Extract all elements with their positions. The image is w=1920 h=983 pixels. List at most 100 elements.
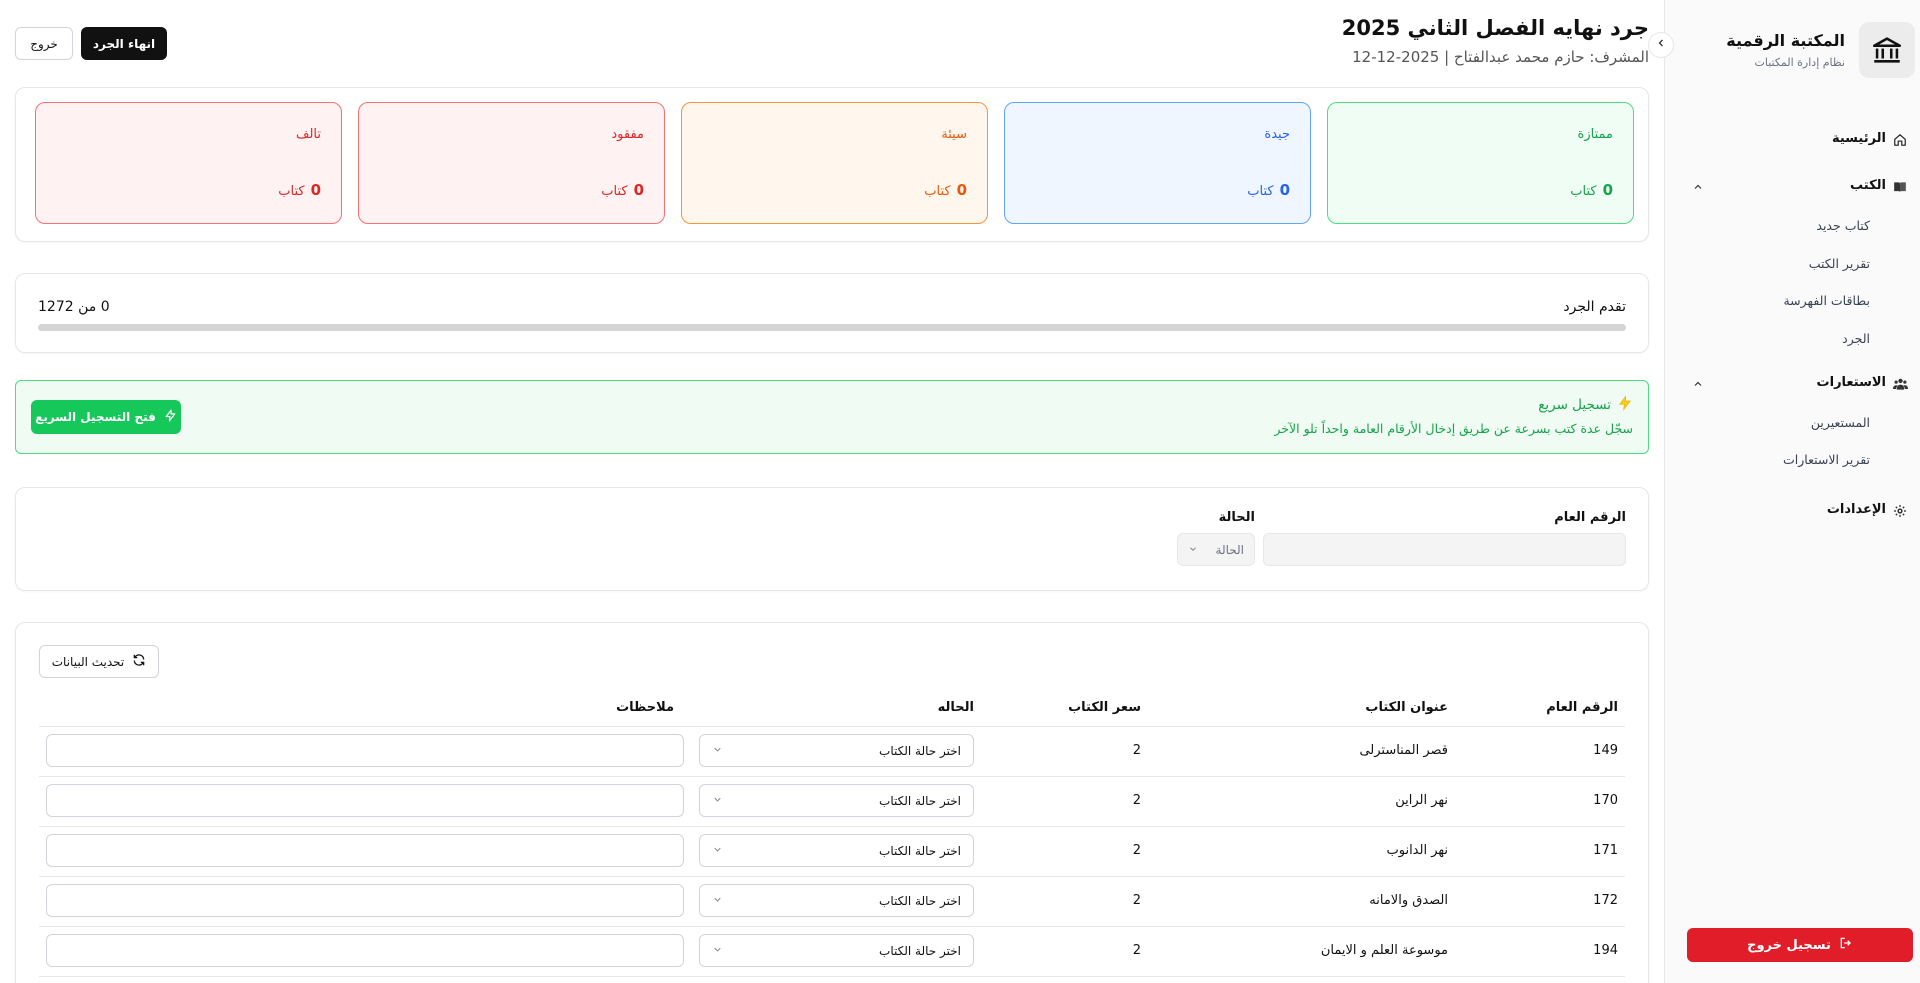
- brand-title: المكتبة الرقمية: [1726, 31, 1845, 50]
- column-header-price: سعر الكتاب: [1068, 700, 1141, 715]
- cell-title: نهر الراين: [1395, 793, 1448, 808]
- quick-register-banner: تسجيل سريع سجّل عدة كتب بسرعة عن طريق إد…: [15, 380, 1649, 454]
- page-subtitle: المشرف: حازم محمد عبدالفتاح | 2025-12-12: [1352, 48, 1649, 66]
- column-header-title: عنوان الكتاب: [1365, 700, 1448, 715]
- chevron-down-icon: [712, 744, 723, 758]
- column-header-status: الحاله: [937, 700, 974, 715]
- sidebar-item-books[interactable]: الكتب: [1664, 172, 1920, 202]
- cell-number: 170: [1593, 793, 1618, 808]
- library-building-icon: [1859, 22, 1915, 78]
- stat-label: تالف: [296, 127, 321, 142]
- sidebar-subitem-catalog-cards[interactable]: بطاقات الفهرسة: [1730, 290, 1870, 314]
- cell-title: قصر المناسترلى: [1359, 743, 1448, 758]
- lightning-icon: [164, 409, 177, 425]
- collapse-sidebar-button[interactable]: [1648, 32, 1674, 58]
- stats-card: ممتازة 0 كتاب جيدة 0 كتاب سيئة 0 كتاب مفقود…: [15, 87, 1649, 242]
- sidebar-subitem-new-book[interactable]: كتاب جديد: [1730, 215, 1870, 239]
- sidebar-item-label: الرئيسية: [1831, 131, 1886, 146]
- chevron-up-icon[interactable]: [1691, 377, 1705, 391]
- stat-lost: مفقود 0 كتاب: [358, 102, 665, 224]
- cell-number: 171: [1593, 843, 1618, 858]
- books-table-card: تحديث البيانات الرقم العام عنوان الكتاب …: [15, 622, 1649, 983]
- row-notes-input[interactable]: [46, 734, 684, 767]
- cell-price: 2: [1132, 793, 1141, 808]
- brand-subtitle: نظام إدارة المكتبات: [1754, 56, 1845, 69]
- sidebar-item-loans[interactable]: الاستعارات: [1664, 369, 1920, 399]
- stat-count: 0 كتاب: [1570, 181, 1613, 199]
- cell-number: 149: [1593, 743, 1618, 758]
- stat-count: 0 كتاب: [1247, 181, 1290, 199]
- filters-card: الرقم العام الحالة الحالة: [15, 487, 1649, 591]
- cell-title: موسوعة العلم و الايمان: [1320, 943, 1448, 958]
- chevron-down-icon: [712, 794, 723, 808]
- open-quick-register-button[interactable]: فتح التسجيل السريع: [31, 400, 181, 434]
- chevron-down-icon: [1188, 543, 1198, 557]
- quick-register-description: سجّل عدة كتب بسرعة عن طريق إدخال الأرقام…: [1274, 421, 1633, 436]
- chevron-down-icon: [712, 894, 723, 908]
- refresh-data-button[interactable]: تحديث البيانات: [39, 645, 159, 678]
- row-status-select[interactable]: اختر حالة الكتاب: [699, 934, 974, 967]
- row-notes-input[interactable]: [46, 934, 684, 967]
- stat-count: 0 كتاب: [924, 181, 967, 199]
- stat-bad: سيئة 0 كتاب: [681, 102, 988, 224]
- table-row: 172 الصدق والامانه 2 اختر حالة الكتاب: [39, 877, 1625, 927]
- logout-icon: [1839, 936, 1853, 954]
- chevron-down-icon: [712, 944, 723, 958]
- table-row: 194 موسوعة العلم و الايمان 2 اختر حالة ا…: [39, 927, 1625, 977]
- sidebar-item-label: الكتب: [1850, 178, 1886, 193]
- sidebar-item-settings[interactable]: الإعدادات: [1664, 496, 1920, 526]
- stat-damaged: تالف 0 كتاب: [35, 102, 342, 224]
- table-row: 149 قصر المناسترلى 2 اختر حالة الكتاب: [39, 727, 1625, 777]
- row-notes-input[interactable]: [46, 884, 684, 917]
- cell-title: الصدق والامانه: [1369, 893, 1448, 908]
- number-filter-label: الرقم العام: [1554, 510, 1626, 525]
- row-notes-input[interactable]: [46, 834, 684, 867]
- stat-count: 0 كتاب: [278, 181, 321, 199]
- sidebar: المكتبة الرقمية نظام إدارة المكتبات الرئ…: [1664, 0, 1920, 983]
- cell-number: 194: [1593, 943, 1618, 958]
- table-row: 171 نهر الدانوب 2 اختر حالة الكتاب: [39, 827, 1625, 877]
- sidebar-subitem-loans-report[interactable]: تقرير الاستعارات: [1730, 449, 1870, 473]
- logout-button[interactable]: تسجيل خروج: [1687, 928, 1913, 962]
- sidebar-subitem-inventory[interactable]: الجرد: [1730, 328, 1870, 352]
- exit-button[interactable]: خروج: [15, 27, 73, 60]
- stat-label: سيئة: [941, 127, 967, 142]
- number-filter-input[interactable]: [1263, 533, 1626, 566]
- progress-card: تقدم الجرد 0 من 1272: [15, 273, 1649, 353]
- chevron-left-icon: [1655, 37, 1667, 53]
- main-content: جرد نهايه الفصل الثاني 2025 المشرف: حازم…: [0, 0, 1664, 983]
- page-title: جرد نهايه الفصل الثاني 2025: [1341, 16, 1649, 40]
- progress-count: 0 من 1272: [38, 299, 110, 315]
- sidebar-item-label: الاستعارات: [1816, 375, 1886, 390]
- home-icon: [1892, 132, 1908, 148]
- row-status-select[interactable]: اختر حالة الكتاب: [699, 784, 974, 817]
- stat-count: 0 كتاب: [601, 181, 644, 199]
- row-notes-input[interactable]: [46, 784, 684, 817]
- column-header-notes: ملاحظات: [616, 700, 674, 715]
- quick-register-title: تسجيل سريع: [1538, 395, 1633, 415]
- gear-icon: [1892, 503, 1908, 519]
- cell-price: 2: [1132, 893, 1141, 908]
- cell-title: نهر الدانوب: [1386, 843, 1449, 858]
- stat-good: جيدة 0 كتاب: [1004, 102, 1311, 224]
- end-inventory-button[interactable]: انهاء الجرد: [81, 27, 167, 60]
- status-filter-select[interactable]: الحالة: [1177, 533, 1255, 566]
- table-row: 170 نهر الراين 2 اختر حالة الكتاب: [39, 777, 1625, 827]
- cell-price: 2: [1132, 743, 1141, 758]
- sidebar-item-home[interactable]: الرئيسية: [1664, 125, 1920, 155]
- row-status-select[interactable]: اختر حالة الكتاب: [699, 834, 974, 867]
- row-status-select[interactable]: اختر حالة الكتاب: [699, 884, 974, 917]
- users-icon: [1892, 376, 1908, 392]
- cell-price: 2: [1132, 843, 1141, 858]
- lightning-icon: [1617, 395, 1633, 415]
- stat-label: جيدة: [1264, 127, 1290, 142]
- stat-excellent: ممتازة 0 كتاب: [1327, 102, 1634, 224]
- sidebar-subitem-borrowers[interactable]: المستعيرين: [1730, 412, 1870, 436]
- sidebar-item-label: الإعدادات: [1826, 502, 1886, 517]
- refresh-icon: [132, 653, 146, 670]
- row-status-select[interactable]: اختر حالة الكتاب: [699, 734, 974, 767]
- progress-bar: [38, 324, 1626, 331]
- chevron-up-icon[interactable]: [1691, 180, 1705, 194]
- cell-price: 2: [1132, 943, 1141, 958]
- sidebar-subitem-books-report[interactable]: تقرير الكتب: [1730, 253, 1870, 277]
